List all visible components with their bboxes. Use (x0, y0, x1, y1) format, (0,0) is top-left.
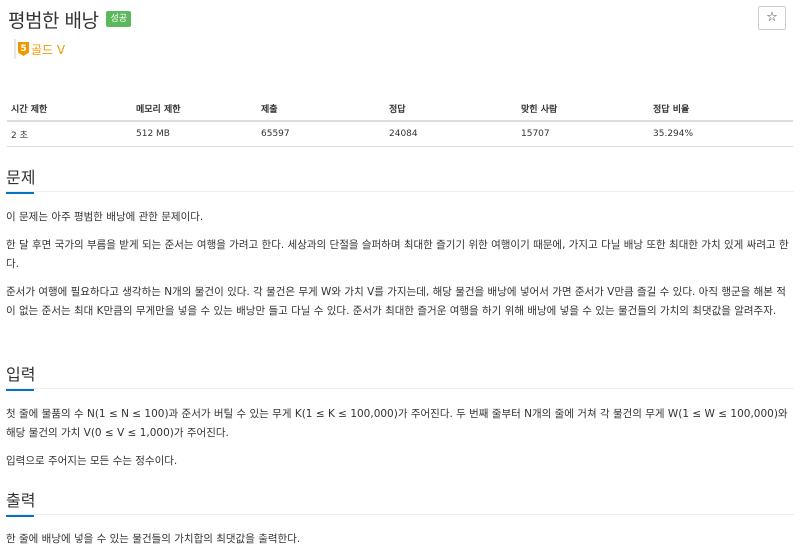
problem-info-table: 시간 제한 메모리 제한 제출 정답 맞힌 사람 정답 비율 2 초 512 M… (7, 96, 793, 147)
input-paragraph-1: 첫 줄에 물품의 수 N(1 ≤ N ≤ 100)과 준서가 버틸 수 있는 무… (6, 408, 788, 439)
section-divider (6, 514, 794, 515)
title-row: 평범한 배낭 성공 (8, 6, 132, 32)
table-row: 2 초 512 MB 65597 24084 15707 35.294% (7, 121, 793, 147)
section-divider (6, 191, 794, 192)
section-title-problem: 문제 (6, 164, 36, 194)
value-memory-limit: 512 MB (132, 121, 257, 147)
tier-tag[interactable]: 5 골드 V (14, 39, 65, 59)
output-paragraph-1: 한 줄에 배낭에 넣을 수 있는 물건들의 가치합의 최댓값을 출력한다. (6, 533, 301, 545)
header-accepted: 정답 (385, 96, 517, 122)
value-submissions[interactable]: 65597 (257, 121, 385, 147)
input-paragraph-2: 입력으로 주어지는 모든 수는 정수이다. (6, 455, 178, 467)
section-title-input: 입력 (6, 361, 36, 391)
value-solved-users[interactable]: 15707 (517, 121, 649, 147)
section-underline (6, 192, 34, 194)
star-button[interactable]: ☆ (758, 6, 786, 30)
section-underline (6, 389, 34, 391)
problem-paragraph-1: 이 문제는 아주 평범한 배낭에 관한 문제이다. (6, 211, 204, 223)
header-submissions: 제출 (257, 96, 385, 122)
value-time-limit: 2 초 (7, 121, 132, 147)
header-ratio: 정답 비율 (649, 96, 793, 122)
value-ratio: 35.294% (649, 121, 793, 147)
status-badge: 성공 (106, 11, 132, 27)
header-solved-users: 맞힌 사람 (517, 96, 649, 122)
problem-paragraph-2: 한 달 후면 국가의 부름을 받게 되는 준서는 여행을 가려고 한다. 세상과… (6, 239, 789, 270)
problem-paragraph-3: 준서가 여행에 필요하다고 생각하는 N개의 물건이 있다. 각 물건은 무게 … (6, 286, 786, 317)
header-memory-limit: 메모리 제한 (132, 96, 257, 122)
star-icon: ☆ (766, 10, 778, 25)
value-accepted[interactable]: 24084 (385, 121, 517, 147)
section-underline (6, 515, 34, 517)
tier-label: 골드 V (31, 42, 66, 57)
table-header-row: 시간 제한 메모리 제한 제출 정답 맞힌 사람 정답 비율 (7, 96, 793, 122)
section-title-output-text: 출력 (6, 491, 36, 510)
section-title-input-text: 입력 (6, 365, 36, 384)
section-divider (6, 388, 794, 389)
header-time-limit: 시간 제한 (7, 96, 132, 122)
section-title-output: 출력 (6, 487, 36, 517)
section-title-problem-text: 문제 (6, 168, 36, 187)
page-title: 평범한 배낭 (8, 9, 99, 32)
tier-icon: 5 (18, 42, 29, 56)
